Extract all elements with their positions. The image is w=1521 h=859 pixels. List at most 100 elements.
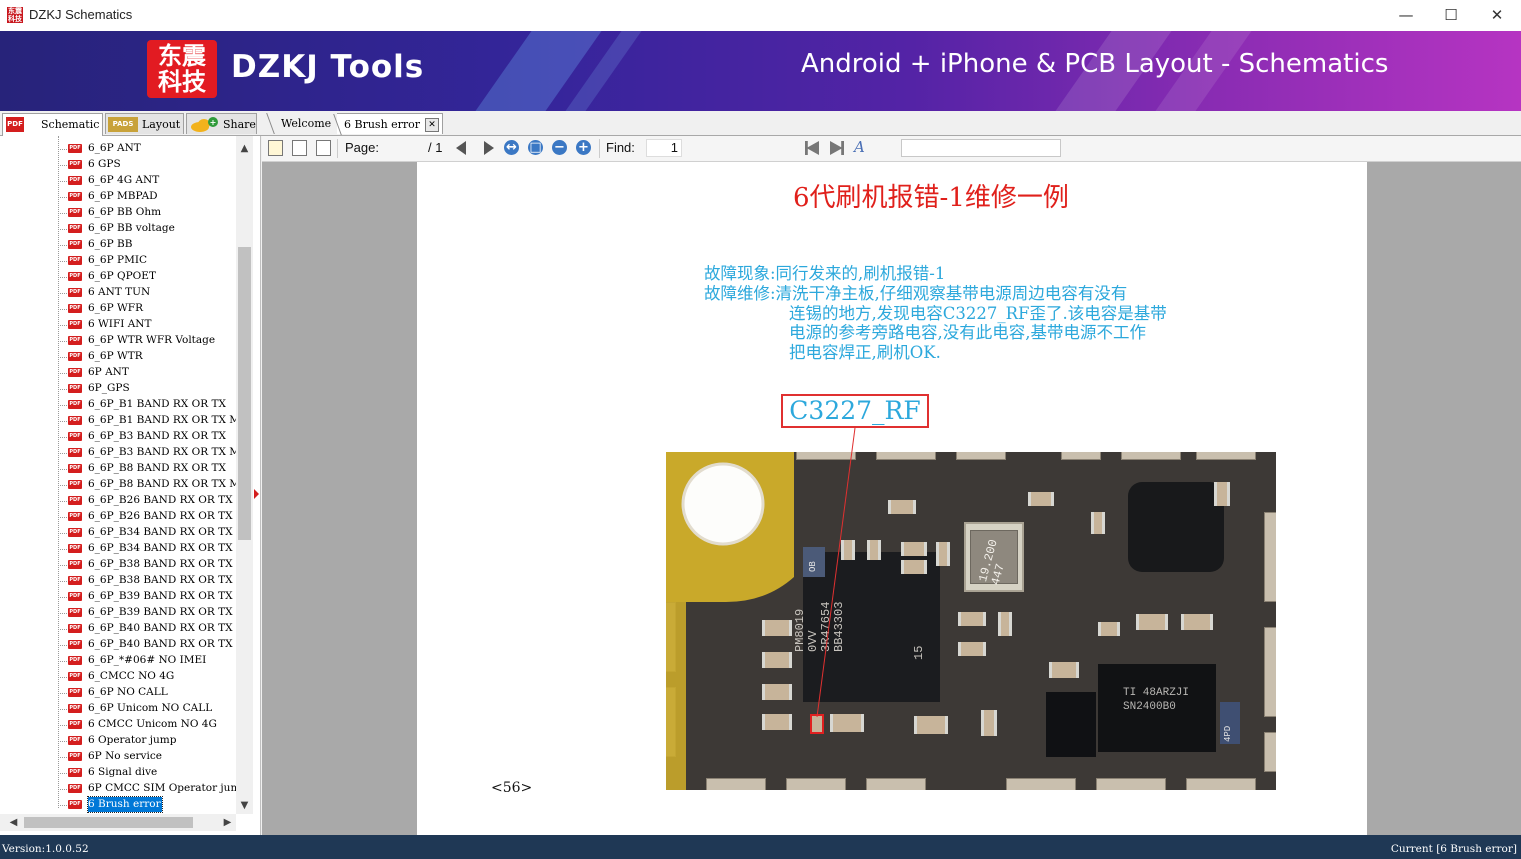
- tree-item[interactable]: PDF 6_6P BB voltage: [0, 221, 236, 237]
- zoom-in-icon[interactable]: +: [576, 140, 591, 155]
- tree-item[interactable]: PDF 6 Brush error: [0, 796, 236, 813]
- tree-item[interactable]: PDF 6_6P_B3 BAND RX OR TX: [0, 429, 236, 445]
- scroll-right-icon[interactable]: ▶: [219, 814, 236, 831]
- tree-item[interactable]: PDF 6_6P_*#06# NO IMEI: [0, 653, 236, 669]
- tree-item[interactable]: PDF 6_6P PMIC: [0, 253, 236, 269]
- panel-collapse-icon[interactable]: [254, 489, 259, 499]
- tree-item-label: 6_6P_B1 BAND RX OR TX Main: [88, 414, 237, 426]
- tree-item[interactable]: PDF 6_6P_B1 BAND RX OR TX Main: [0, 413, 237, 429]
- tree-item[interactable]: PDF 6_6P_B26 BAND RX OR TX Main: [0, 509, 237, 525]
- pdf-file-icon: PDF: [68, 576, 82, 585]
- document-viewer[interactable]: 6代刷机报错-1维修一例 故障现象:同行发来的,刷机报错-1 故障维修:清洗干净…: [262, 162, 1521, 835]
- tree-item[interactable]: PDF 6_6P 4G ANT: [0, 173, 236, 189]
- minimize-button[interactable]: —: [1383, 0, 1429, 31]
- tree-item[interactable]: PDF 6_6P_B26 BAND RX OR TX: [0, 493, 236, 509]
- dzkj-logo: 东震 科技: [147, 40, 217, 98]
- tree-item[interactable]: PDF 6 ANT TUN: [0, 285, 236, 301]
- tab-schematic-label: Schematic: [41, 118, 100, 131]
- scroll-left-icon[interactable]: ◀: [5, 814, 22, 831]
- app-banner: 东震 科技 DZKJ Tools Android + iPhone & PCB …: [0, 31, 1521, 111]
- tree-item[interactable]: PDF 6_6P_B34 BAND RX OR TX: [0, 525, 236, 541]
- find-label: Find:: [606, 140, 635, 155]
- tree-item[interactable]: PDF 6_6P_B8 BAND RX OR TX: [0, 461, 236, 477]
- tree-item-label: 6_6P_B3 BAND RX OR TX: [88, 430, 226, 442]
- tree-item[interactable]: PDF 6_6P_B39 BAND RX OR TX Main: [0, 605, 237, 621]
- tree-item[interactable]: PDF 6 Signal dive: [0, 765, 236, 781]
- tree-hscroll-thumb[interactable]: [24, 817, 193, 828]
- tree-item[interactable]: PDF 6_6P_B40 BAND RX OR TX Main: [0, 637, 237, 653]
- tree-item[interactable]: PDF 6_CMCC NO 4G: [0, 669, 236, 685]
- pdf-file-icon: PDF: [68, 560, 82, 569]
- tab-welcome[interactable]: Welcome: [266, 113, 336, 134]
- pdf-icon: PDF: [6, 117, 24, 132]
- find-input[interactable]: [901, 139, 1061, 157]
- pdf-file-icon: PDF: [68, 800, 82, 809]
- page-number-input[interactable]: 1: [646, 139, 682, 157]
- tree-item[interactable]: PDF 6P ANT: [0, 365, 236, 381]
- tree-item[interactable]: PDF 6_6P QPOET: [0, 269, 236, 285]
- tree-item[interactable]: PDF 6_6P_B34 BAND RX OR TX Main: [0, 541, 237, 557]
- tree-item[interactable]: PDF 6 Operator jump: [0, 733, 236, 749]
- tree-item-label: 6_6P_B38 BAND RX OR TX: [88, 558, 233, 570]
- tree-item[interactable]: PDF 6_6P_B39 BAND RX OR TX: [0, 589, 236, 605]
- tree-item[interactable]: PDF 6_6P Unicom NO CALL: [0, 701, 236, 717]
- tree-item-label: 6_6P_B26 BAND RX OR TX Main: [88, 510, 237, 522]
- scroll-down-icon[interactable]: ▼: [236, 797, 253, 814]
- tree-item[interactable]: PDF 6_6P_B1 BAND RX OR TX: [0, 397, 236, 413]
- fit-width-icon[interactable]: ↔: [504, 140, 519, 155]
- pdf-file-icon: PDF: [68, 704, 82, 713]
- close-button[interactable]: ✕: [1474, 0, 1520, 31]
- tab-schematic[interactable]: PDF Schematic: [2, 113, 103, 136]
- tree-item[interactable]: PDF 6P CMCC SIM Operator jump: [0, 781, 237, 797]
- tree-item[interactable]: PDF 6P_GPS: [0, 381, 236, 397]
- tree-item[interactable]: PDF 6P No service: [0, 749, 236, 765]
- tree-item-label: 6P No service: [88, 750, 162, 762]
- scroll-up-icon[interactable]: ▲: [236, 140, 253, 157]
- tree-item[interactable]: PDF 6 WIFI ANT: [0, 317, 236, 333]
- tree-scroll-thumb[interactable]: [238, 247, 251, 540]
- version-text: Version:1.0.0.52: [2, 843, 89, 855]
- pdf-file-icon: PDF: [68, 208, 82, 217]
- export-icon[interactable]: [292, 140, 307, 156]
- tree-item[interactable]: PDF 6_6P ANT: [0, 141, 236, 157]
- pdf-file-icon: PDF: [68, 640, 82, 649]
- tree-item[interactable]: PDF 6_6P_B38 BAND RX OR TX Main: [0, 573, 237, 589]
- next-page-icon[interactable]: [484, 141, 494, 155]
- pdf-file-icon: PDF: [68, 352, 82, 361]
- tree-item-label: 6_6P_B38 BAND RX OR TX Main: [88, 574, 237, 586]
- tree-item-label: 6_6P_B39 BAND RX OR TX Main: [88, 606, 237, 618]
- tree-item[interactable]: PDF 6_6P BB Ohm: [0, 205, 236, 221]
- tree-item[interactable]: PDF 6_6P_B38 BAND RX OR TX: [0, 557, 236, 573]
- pdf-file-icon: PDF: [68, 336, 82, 345]
- fit-page-icon[interactable]: □: [528, 140, 543, 155]
- pdf-file-icon: PDF: [68, 688, 82, 697]
- tab-layout[interactable]: PADS Layout: [105, 113, 184, 134]
- tree-item[interactable]: PDF 6_6P WTR WFR Voltage: [0, 333, 236, 349]
- tree-item-label: 6 GPS: [88, 158, 121, 170]
- zoom-out-icon[interactable]: −: [552, 140, 567, 155]
- tree-item-label: 6_6P MBPAD: [88, 190, 158, 202]
- tree-item-label: 6_6P WTR: [88, 350, 143, 362]
- tab-share[interactable]: + Share: [186, 113, 257, 134]
- tree-item[interactable]: PDF 6_6P MBPAD: [0, 189, 236, 205]
- tree-item[interactable]: PDF 6_6P_B8 BAND RX OR TX Main: [0, 477, 237, 493]
- tab-welcome-label: Welcome: [281, 117, 332, 130]
- copy-icon[interactable]: [316, 140, 331, 156]
- close-tab-icon[interactable]: ✕: [425, 118, 439, 132]
- tree-item[interactable]: PDF 6_6P_B3 BAND RX OR TX Main: [0, 445, 237, 461]
- pdf-file-icon: PDF: [68, 496, 82, 505]
- find-prev-icon[interactable]: [805, 141, 819, 155]
- tab-brush-error[interactable]: 6 Brush error ✕: [333, 113, 443, 135]
- find-next-icon[interactable]: [830, 141, 844, 155]
- open-file-icon[interactable]: [268, 140, 283, 156]
- tree-item[interactable]: PDF 6 GPS: [0, 157, 236, 173]
- tree-item[interactable]: PDF 6_6P BB: [0, 237, 236, 253]
- highlight-icon[interactable]: A: [854, 138, 865, 156]
- tree-item[interactable]: PDF 6 CMCC Unicom NO 4G: [0, 717, 236, 733]
- tree-item[interactable]: PDF 6_6P WFR: [0, 301, 236, 317]
- prev-page-icon[interactable]: [456, 141, 466, 155]
- tree-item[interactable]: PDF 6_6P WTR: [0, 349, 236, 365]
- tree-item[interactable]: PDF 6_6P NO CALL: [0, 685, 236, 701]
- maximize-button[interactable]: ☐: [1428, 0, 1474, 31]
- tree-item[interactable]: PDF 6_6P_B40 BAND RX OR TX: [0, 621, 236, 637]
